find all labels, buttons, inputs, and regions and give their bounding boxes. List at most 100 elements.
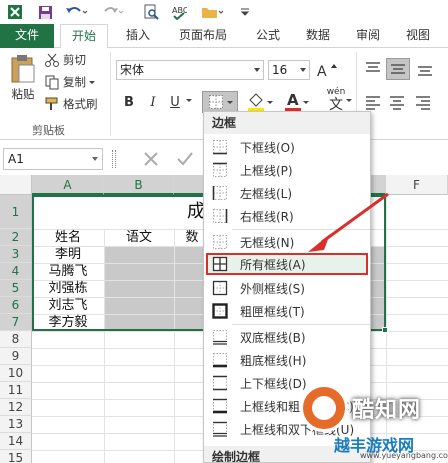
watermark-logo-center [312, 396, 336, 420]
row-header[interactable]: 11 [0, 382, 32, 399]
name-box-value: A1 [8, 152, 24, 166]
tab-data[interactable]: 数据 [296, 24, 340, 48]
chevron-down-icon [226, 100, 233, 104]
chevron-down-icon [186, 99, 192, 102]
middle-align-button[interactable] [386, 58, 410, 80]
tab-file[interactable]: 文件 [0, 24, 54, 48]
borders-button[interactable] [202, 91, 238, 113]
menu-item-thick-box-border[interactable]: 粗匣框线(T) [206, 300, 368, 322]
row-header[interactable]: 9 [0, 348, 32, 365]
underline-button[interactable]: U [166, 93, 184, 113]
menu-item-label: 上框线(P) [240, 163, 293, 178]
open-folder-icon[interactable] [200, 3, 226, 21]
row-header[interactable]: 13 [0, 416, 32, 433]
underline-dropdown[interactable] [186, 99, 192, 102]
row-header[interactable]: 12 [0, 399, 32, 416]
all-borders-icon [212, 256, 228, 272]
check-icon [177, 152, 193, 166]
row-header[interactable]: 2 [0, 229, 32, 246]
font-color-button[interactable]: A [284, 91, 309, 112]
bold-button[interactable]: B [120, 93, 138, 113]
tab-formulas[interactable]: 公式 [246, 24, 290, 48]
borders-menu-header: 边框 [204, 112, 370, 134]
row-header[interactable]: 10 [0, 365, 32, 382]
align-left-button[interactable] [364, 94, 382, 112]
svg-text:ABC: ABC [172, 6, 187, 15]
row-header[interactable]: 3 [0, 246, 32, 263]
menu-item-outside-borders[interactable]: 外侧框线(S) [206, 277, 368, 299]
font-color-icon: A [284, 91, 302, 112]
increase-font-button[interactable]: A [316, 62, 338, 78]
tab-insert[interactable]: 插入 [116, 24, 160, 48]
row-header[interactable]: 4 [0, 263, 32, 280]
undo-icon[interactable] [64, 3, 90, 21]
cut-button[interactable]: 剪切 [44, 52, 86, 68]
column-header-a[interactable]: A [32, 175, 104, 195]
column-header-b[interactable]: B [104, 175, 174, 195]
row-header[interactable]: 1 [0, 195, 32, 229]
font-color-letter: A [287, 91, 299, 109]
italic-button[interactable]: I [144, 93, 162, 113]
tab-review[interactable]: 审阅 [346, 24, 390, 48]
menu-item-double-bottom-border[interactable]: 双底框线(B) [206, 326, 368, 348]
border-grid-icon [208, 95, 223, 109]
double-bottom-border-icon [213, 330, 227, 345]
align-right-button[interactable] [414, 94, 432, 112]
menu-item-label: 无框线(N) [240, 235, 295, 250]
increase-font-icon: A [317, 64, 337, 78]
print-preview-icon[interactable] [142, 3, 160, 21]
select-all-corner[interactable] [0, 175, 32, 195]
tab-page-layout[interactable]: 页面布局 [168, 24, 238, 48]
confirm-entry-button[interactable] [176, 150, 194, 168]
menu-item-label: 外侧框线(S) [240, 281, 305, 296]
align-bottom-icon [418, 66, 432, 76]
font-name-combo[interactable]: 宋体 [116, 60, 264, 80]
annotation-arrow-icon [308, 192, 389, 252]
right-border-icon [213, 209, 228, 223]
menu-item-thick-bottom-border[interactable]: 粗底框线(H) [206, 349, 368, 371]
paintbrush-icon [45, 97, 58, 110]
row-header[interactable]: 14 [0, 433, 32, 450]
fill-color-button[interactable] [246, 92, 273, 112]
top-border-icon [213, 162, 227, 177]
fill-handle[interactable] [382, 327, 388, 333]
outside-borders-icon [212, 280, 228, 296]
cancel-entry-button[interactable] [142, 150, 160, 168]
tab-view[interactable]: 视图 [396, 24, 440, 48]
row-header[interactable]: 15 [0, 450, 32, 463]
phonetic-dropdown[interactable] [346, 99, 352, 102]
thick-bottom-border-icon [213, 353, 227, 368]
bottom-align-button[interactable] [416, 60, 434, 78]
menu-item-label: 粗匣框线(T) [240, 304, 305, 319]
copy-button[interactable]: 复制 [44, 74, 95, 90]
row-header[interactable]: 7 [0, 314, 32, 331]
top-bottom-border-icon [213, 375, 227, 391]
paste-button[interactable]: 粘贴 [6, 54, 40, 102]
row-header[interactable]: 5 [0, 280, 32, 297]
customize-qat-icon[interactable] [238, 3, 252, 21]
top-thick-bottom-border-icon [213, 398, 227, 414]
close-icon [144, 152, 158, 166]
top-align-button[interactable] [364, 60, 382, 78]
menu-item-top-border[interactable]: 上框线(P) [206, 159, 368, 181]
fill-bucket-icon [248, 93, 264, 111]
formula-bar-grip[interactable] [112, 150, 116, 168]
format-painter-button[interactable]: 格式刷 [44, 96, 98, 112]
chevron-down-icon [267, 100, 273, 104]
save-icon[interactable] [36, 3, 54, 21]
redo-icon[interactable] [100, 3, 126, 21]
name-box[interactable]: A1 [3, 148, 103, 170]
align-center-button[interactable] [388, 94, 406, 112]
column-header-f[interactable]: F [386, 175, 448, 195]
spelling-check-icon[interactable]: ABC [170, 3, 188, 21]
copy-dropdown-icon [89, 80, 95, 84]
watermark-brand: 酷知网 [352, 398, 422, 423]
menu-item-bottom-border[interactable]: 下框线(O) [206, 136, 368, 158]
font-size-combo[interactable]: 16 [268, 60, 310, 80]
tab-home[interactable]: 开始 [60, 24, 108, 49]
top-double-bottom-border-icon [213, 421, 227, 437]
cut-label: 剪切 [63, 53, 86, 67]
row-header[interactable]: 6 [0, 297, 32, 314]
row-header[interactable]: 8 [0, 331, 32, 348]
chevron-down-icon [300, 68, 306, 72]
